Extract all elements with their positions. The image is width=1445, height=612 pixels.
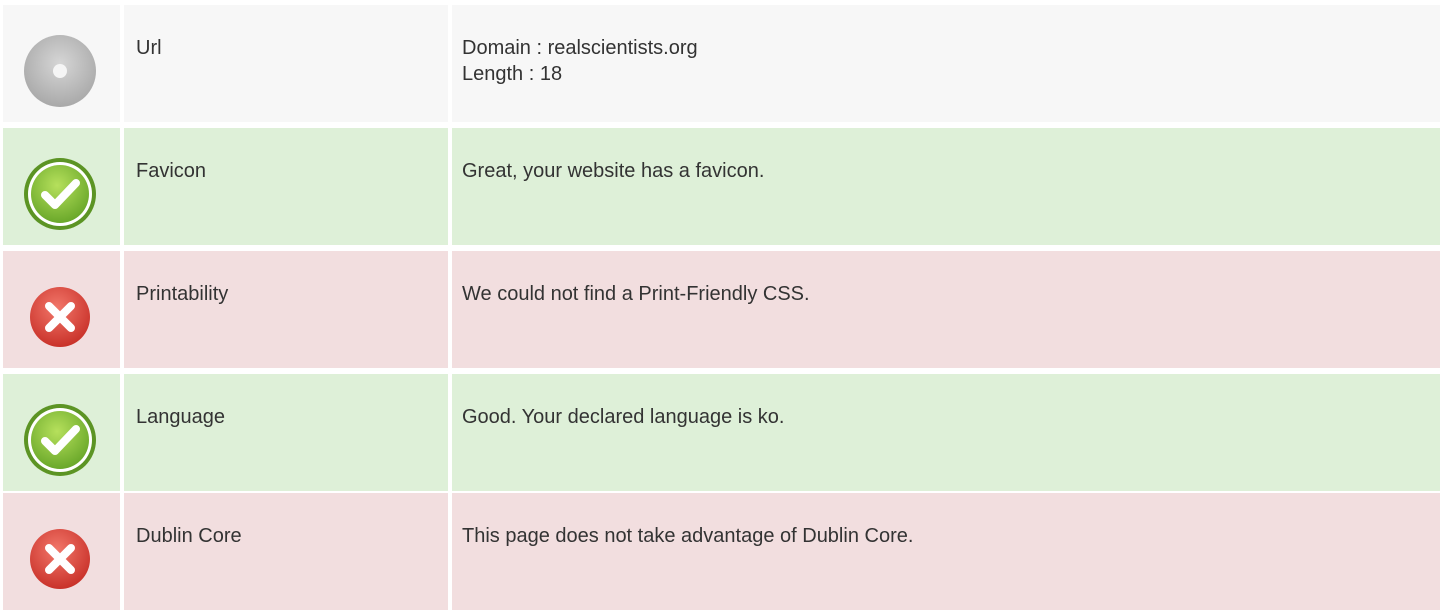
check-icon bbox=[20, 400, 100, 480]
check-detail: Good. Your declared language is ko. bbox=[462, 406, 785, 428]
check-detail-cell: Good. Your declared language is ko. bbox=[452, 374, 1440, 491]
check-label-cell: Dublin Core bbox=[124, 493, 448, 610]
status-cell bbox=[3, 128, 120, 245]
check-detail-cell: We could not find a Print-Friendly CSS. bbox=[452, 251, 1440, 368]
check-label-cell: Language bbox=[124, 374, 448, 491]
cross-icon bbox=[20, 519, 100, 599]
check-label-cell: Url bbox=[124, 5, 448, 122]
status-cell bbox=[3, 251, 120, 368]
check-detail-length: Length : 18 bbox=[462, 63, 563, 85]
report-row-url: Url Domain : realscientists.org Length :… bbox=[0, 5, 1440, 122]
check-detail: We could not find a Print-Friendly CSS. bbox=[462, 283, 810, 305]
check-detail-cell: This page does not take advantage of Dub… bbox=[452, 493, 1440, 610]
check-label: Language bbox=[136, 406, 225, 428]
check-detail-cell: Domain : realscientists.org Length : 18 bbox=[452, 5, 1440, 122]
check-label: Printability bbox=[136, 283, 229, 305]
disc-icon bbox=[20, 31, 100, 111]
check-label: Url bbox=[136, 37, 162, 59]
status-cell bbox=[3, 5, 120, 122]
report-row-favicon: Favicon Great, your website has a favico… bbox=[0, 128, 1440, 245]
check-label-cell: Printability bbox=[124, 251, 448, 368]
check-label: Dublin Core bbox=[136, 525, 242, 547]
status-cell bbox=[3, 493, 120, 610]
report-row-dublin-core: Dublin Core This page does not take adva… bbox=[0, 493, 1440, 610]
report-row-language: Language Good. Your declared language is… bbox=[0, 374, 1440, 491]
check-detail: This page does not take advantage of Dub… bbox=[462, 525, 914, 547]
check-label: Favicon bbox=[136, 160, 207, 182]
check-detail: Great, your website has a favicon. bbox=[462, 160, 765, 182]
check-detail-cell: Great, your website has a favicon. bbox=[452, 128, 1440, 245]
check-label-cell: Favicon bbox=[124, 128, 448, 245]
report-row-printability: Printability We could not find a Print-F… bbox=[0, 251, 1440, 368]
seo-report: Url Domain : realscientists.org Length :… bbox=[0, 0, 1445, 612]
check-icon bbox=[20, 154, 100, 234]
cross-icon bbox=[20, 277, 100, 357]
check-detail-domain: Domain : realscientists.org bbox=[462, 37, 698, 59]
status-cell bbox=[3, 374, 120, 491]
